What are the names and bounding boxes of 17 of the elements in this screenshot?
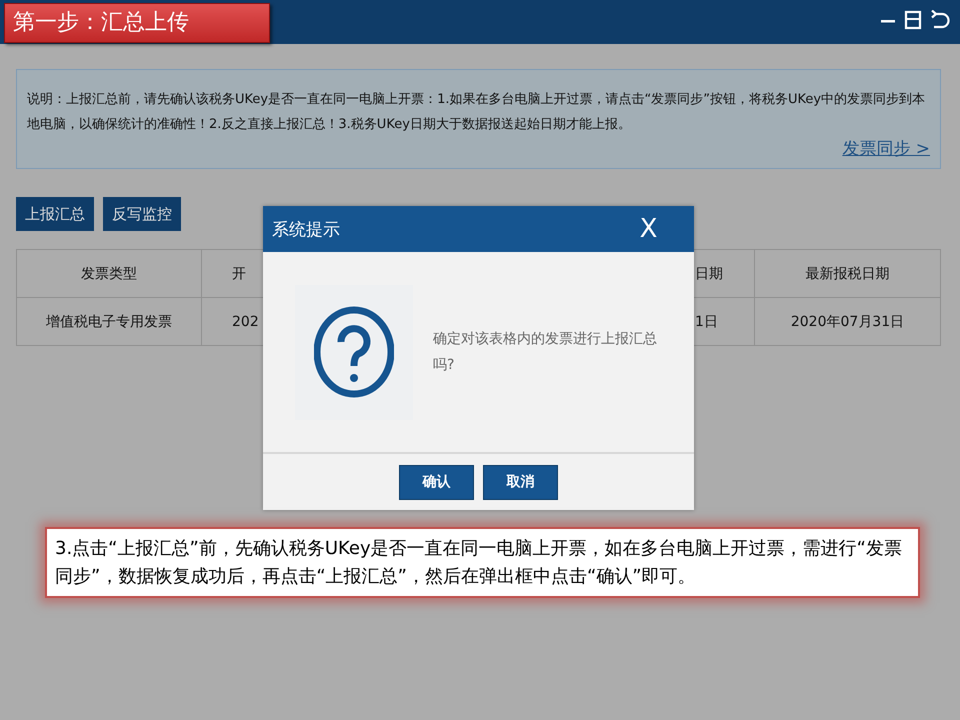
table-cell: 2020年07月31日: [754, 298, 940, 346]
restore-icon[interactable]: [904, 10, 922, 30]
dialog-button[interactable]: 取消: [483, 464, 558, 500]
column-header: 最新报税日期: [754, 250, 940, 298]
close-button[interactable]: X: [611, 212, 686, 246]
dialog-button[interactable]: 确认: [399, 464, 474, 500]
callout-text: 3.点击“上报汇总”前，先确认税务UKey是否一直在同一电脑上开票，如在多台电脑上开过票，需进行“发票同步”，数据恢复成功后，再点击“上报汇总”，然后在弹出框中点击“确认”即可。: [55, 537, 903, 589]
question-icon: [314, 306, 394, 398]
invoice-sync-link[interactable]: 发票同步 >: [842, 137, 930, 160]
toolbar-button[interactable]: 上报汇总: [16, 197, 94, 231]
toolbar-button[interactable]: 反写监控: [103, 197, 181, 231]
slide-title: 第一步：汇总上传: [4, 3, 270, 43]
back-arrow-icon[interactable]: [930, 10, 950, 30]
column-header: 发票类型: [16, 250, 202, 298]
table-cell: 增值税电子专用发票: [16, 298, 202, 346]
dialog-title: 系统提示: [272, 218, 340, 240]
notice-text: 说明：上报汇总前，请先确认该税务UKey是否一直在同一电脑上开票：1.如果在多台电脑上开过票，请点击“发票同步”按钮，将税务UKey中的发票同步到本地电脑，以确保统计的准确性！2.反之直接上报汇总！3.税务UKey日期大于数据报送起始日期才能上报。: [27, 91, 926, 134]
